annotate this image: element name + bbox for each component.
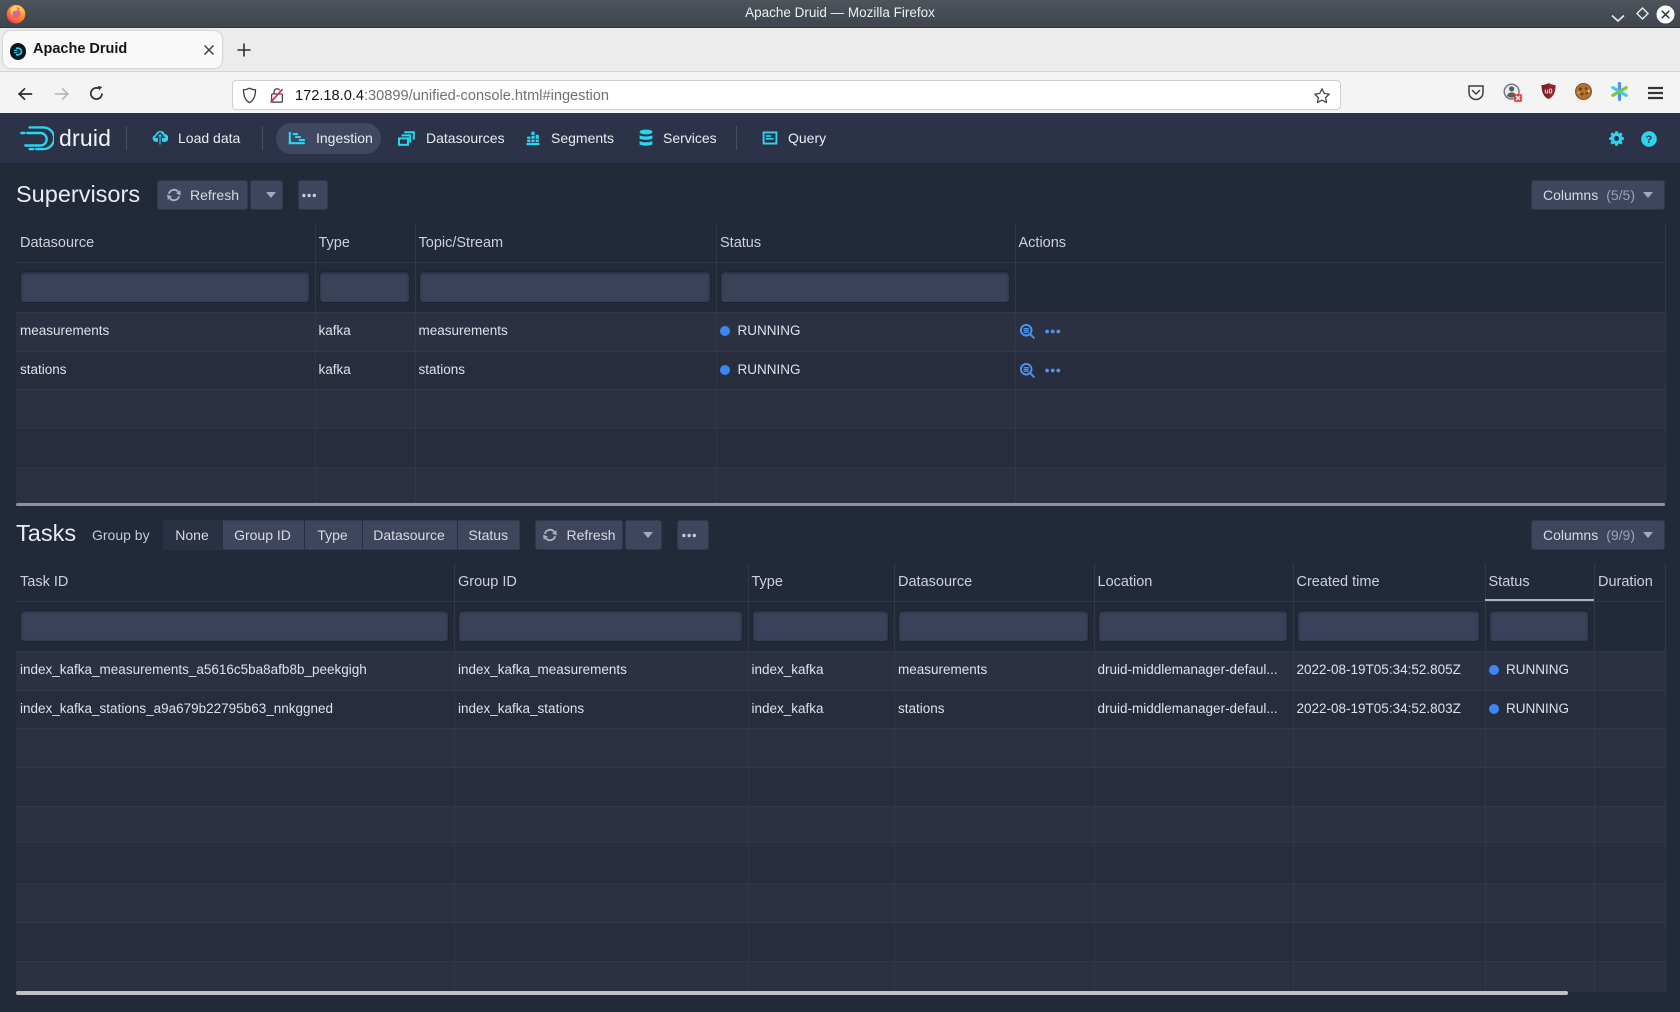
- svg-text:?: ?: [1646, 134, 1653, 146]
- svg-text:u0: u0: [1544, 89, 1552, 96]
